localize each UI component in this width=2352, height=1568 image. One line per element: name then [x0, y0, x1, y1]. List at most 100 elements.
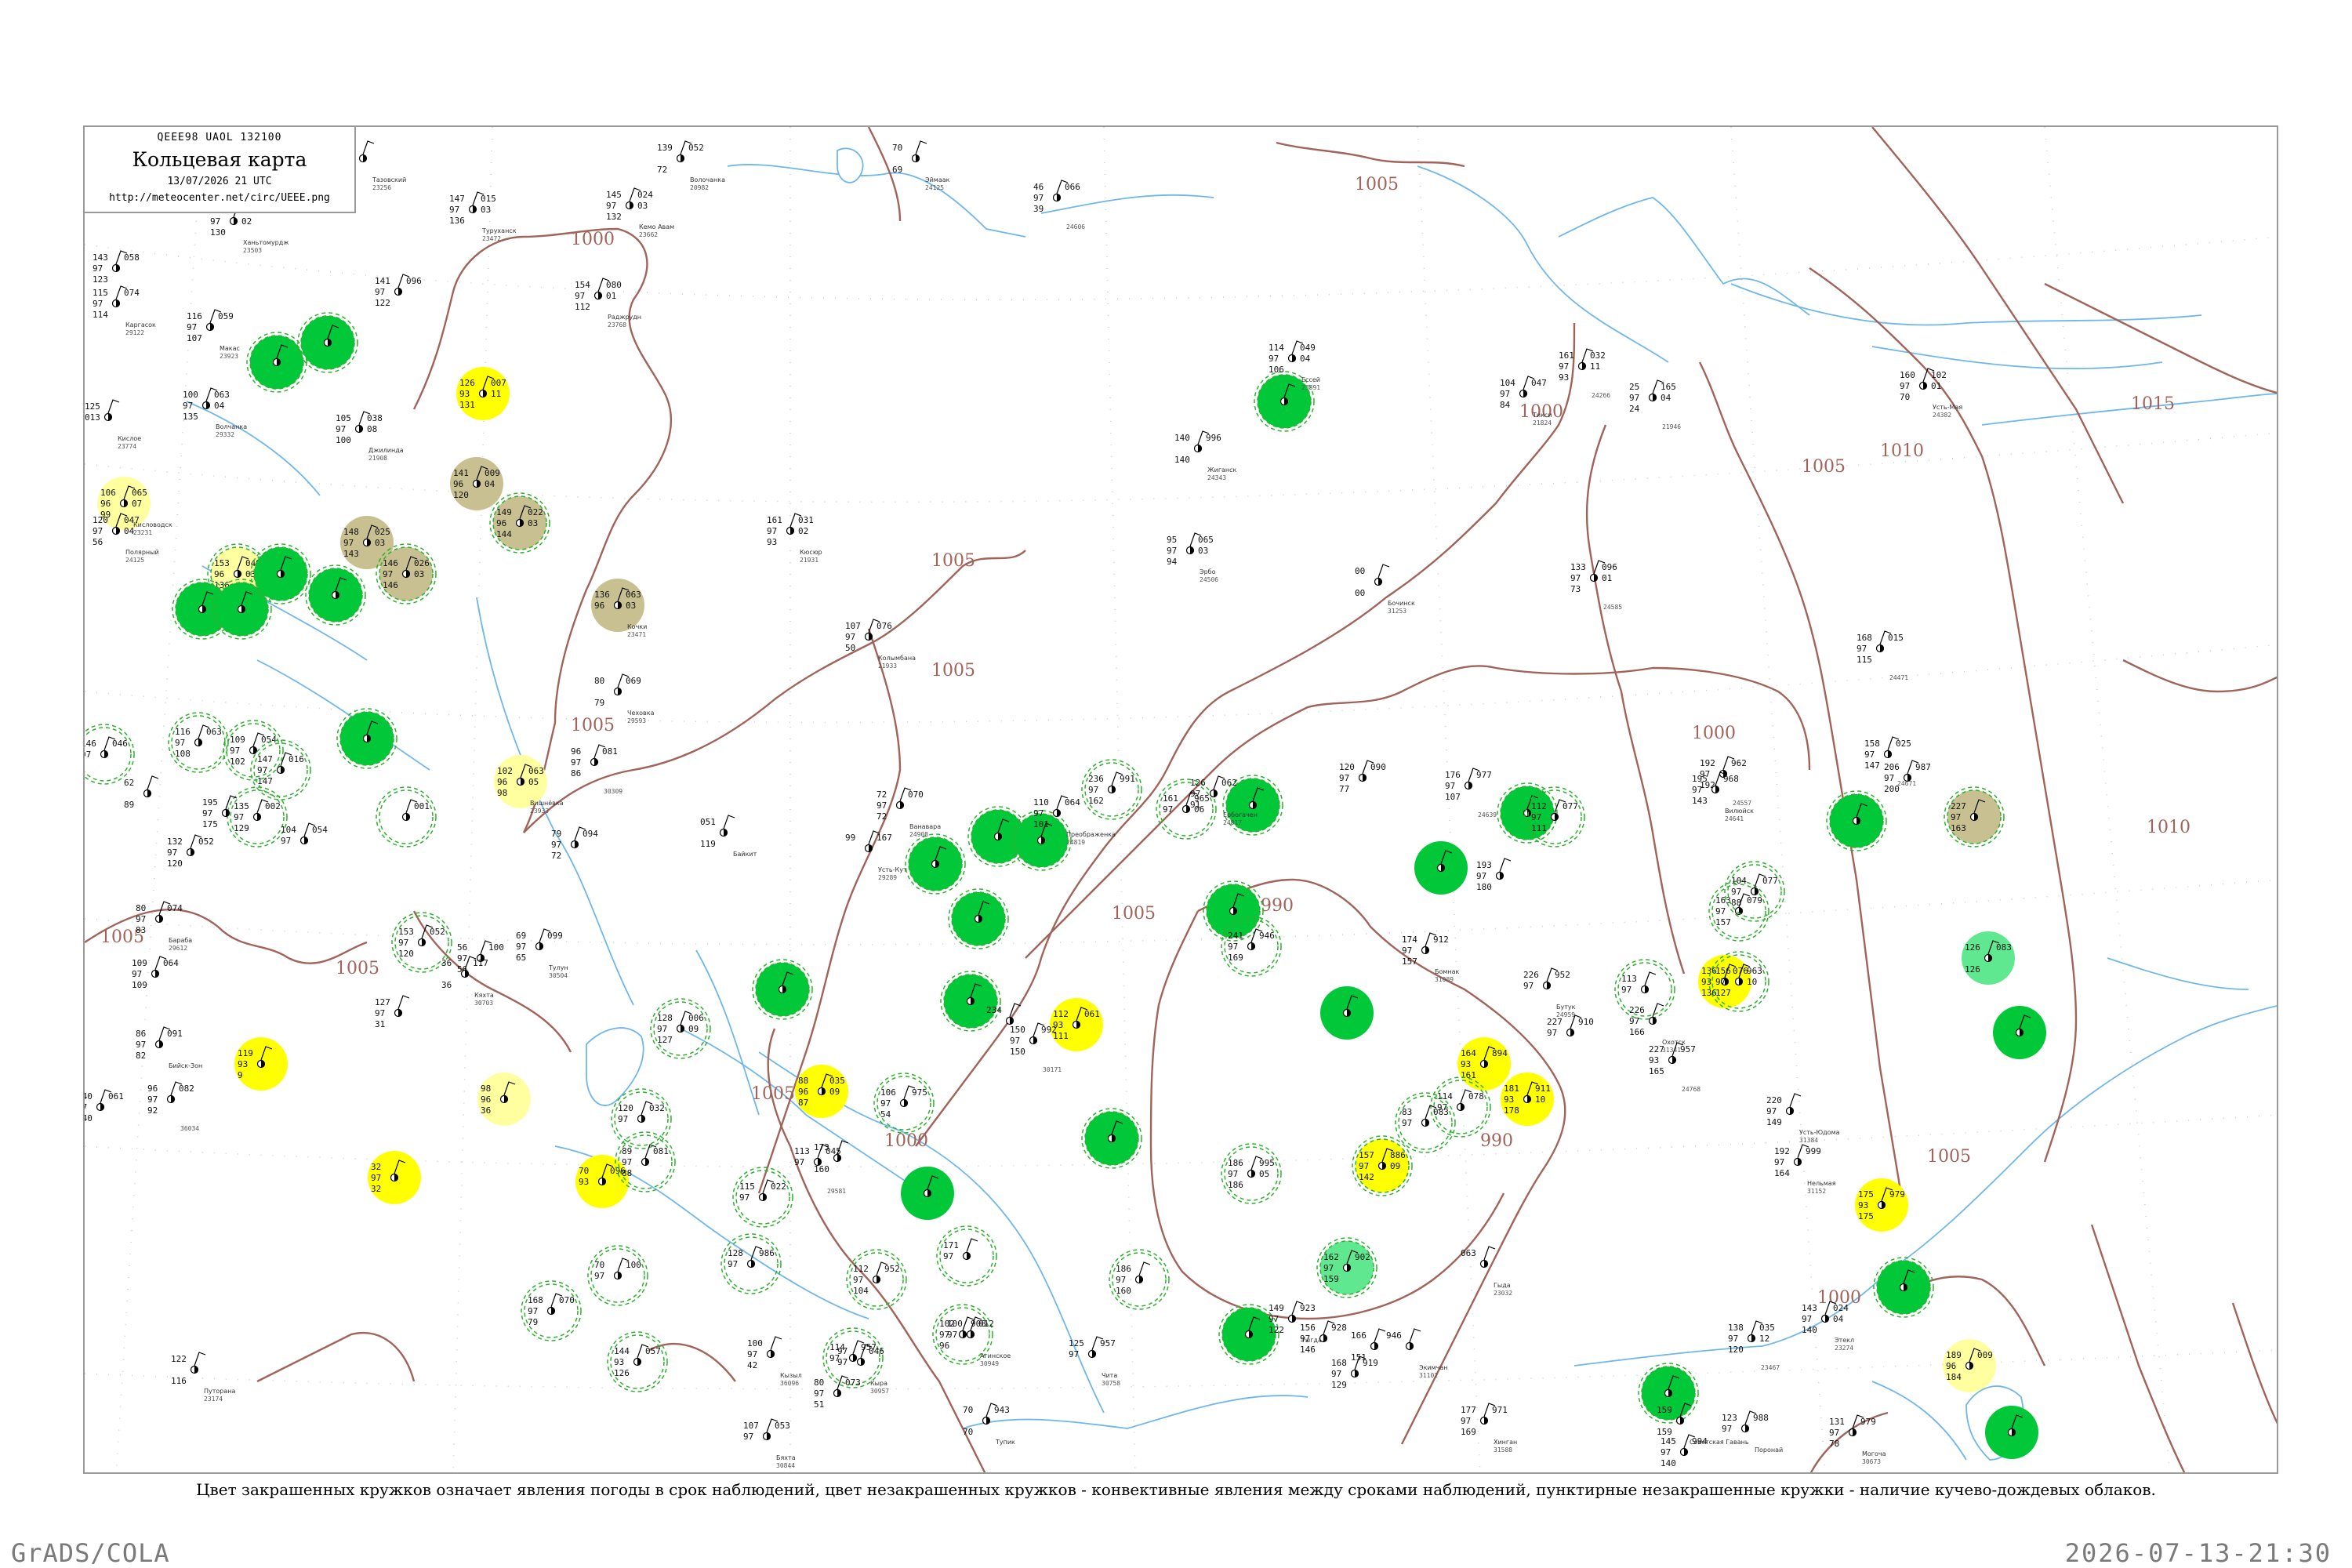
station-plot[interactable]: 102 063 96 05 98 Вишнёвка23933: [494, 755, 564, 815]
station-plot[interactable]: 128 006 97 09 127: [650, 998, 711, 1059]
station-plot[interactable]: 236 991 97162: [1081, 759, 1142, 820]
station-plot[interactable]: 119939: [234, 1037, 288, 1091]
station-plot[interactable]: [1993, 1006, 2046, 1059]
station-plot[interactable]: [1414, 841, 1468, 895]
station-plot[interactable]: 22097149 Усть-Юдома31384: [1766, 1093, 1840, 1144]
station-plot[interactable]: 139 052 72 Волочанка20982: [657, 140, 725, 191]
station-plot[interactable]: 106 06596 0799Кисловодск23231: [97, 477, 172, 536]
station-plot[interactable]: [336, 708, 397, 769]
station-plot[interactable]: [305, 564, 366, 626]
station-plot[interactable]: 80 073 9751: [814, 1375, 861, 1410]
station-plot[interactable]: [905, 833, 966, 895]
station-plot[interactable]: 329732: [368, 1151, 421, 1204]
station-plot[interactable]: 164 89493161: [1457, 1037, 1511, 1091]
station-plot[interactable]: [752, 959, 813, 1020]
station-plot[interactable]: 70 100 97: [587, 1245, 648, 1306]
station-plot[interactable]: 136 063 96 03 Кочки23471: [591, 579, 647, 638]
station-plot[interactable]: 126 083 126: [1962, 931, 2015, 985]
station-plot[interactable]: 123 988 97 Поронай: [1722, 1410, 1783, 1454]
station-plot[interactable]: 063 Гыда23032: [1461, 1246, 1512, 1297]
station-plot[interactable]: 177 971 97169 Хинган31588: [1461, 1403, 1517, 1454]
station-plot[interactable]: [901, 1167, 954, 1220]
station-plot[interactable]: 70 943 70 Тупик: [963, 1403, 1015, 1446]
station-plot[interactable]: 147 015 97 03 136 Туруханск23472: [449, 191, 517, 242]
station-plot[interactable]: 1009742 Кызыл36096: [747, 1336, 802, 1387]
station-plot[interactable]: 144 057 93126: [607, 1331, 668, 1392]
station-plot[interactable]: 206 987 97200: [1884, 760, 1931, 794]
station-plot[interactable]: 18697160: [1109, 1249, 1170, 1310]
station-plot[interactable]: [1985, 1406, 2038, 1459]
station-plot[interactable]: 69 099 9765 Тулун30504: [516, 928, 568, 979]
station-plot[interactable]: 99 167 Усть-Кут29289: [845, 830, 907, 881]
station-plot[interactable]: 131 979 9778 Могоча30673: [1829, 1414, 1886, 1465]
station-plot[interactable]: 140 061 97140: [85, 1089, 124, 1123]
station-plot[interactable]: [1873, 1257, 1934, 1318]
station-plot[interactable]: 140 996 140 Жиганск24343: [1174, 430, 1237, 481]
station-plot[interactable]: 126 007 93 11 131: [456, 367, 510, 420]
station-plot[interactable]: 1279731: [375, 995, 410, 1029]
station-plot[interactable]: 72 070 9772 Ванавара24908: [877, 787, 941, 838]
station-plot[interactable]: 161 031 97 02 93 Кюсюр21931: [767, 513, 822, 564]
station-plot[interactable]: 109 064 97109: [132, 956, 179, 990]
station-plot[interactable]: [1826, 790, 1887, 851]
station-plot[interactable]: 135 00297129: [227, 786, 288, 848]
station-plot[interactable]: [1497, 782, 1558, 844]
station-plot[interactable]: 161 032 97 11 93 24266: [1559, 348, 1610, 399]
station-plot[interactable]: 46 066 9739 24606: [1033, 180, 1085, 230]
station-plot[interactable]: 96 081 9786 30309: [571, 744, 622, 795]
station-plot[interactable]: 107 076 9750 Колымбана21933: [845, 619, 916, 670]
station-plot[interactable]: 181 911 93 10 178: [1501, 1073, 1554, 1126]
station-plot[interactable]: [940, 971, 1001, 1032]
station-plot[interactable]: 105 038 97 08 100 Джилинда21908: [336, 411, 404, 462]
station-plot[interactable]: 132 052 97120: [167, 834, 214, 869]
station-plot[interactable]: 227 957 93165 24768: [1649, 1042, 1700, 1093]
station-plot[interactable]: 22797163: [1944, 786, 2005, 848]
station-plot[interactable]: 143 024 97 04 140 Этекл23274: [1802, 1301, 1854, 1352]
station-plot[interactable]: 116 059 97107 Макас23923: [187, 309, 240, 360]
station-plot[interactable]: 168 015 97115 24471: [1857, 630, 1908, 681]
station-plot[interactable]: 001: [376, 786, 437, 848]
station-plot[interactable]: 143 058 97123: [93, 250, 140, 285]
station-plot[interactable]: [1081, 1108, 1142, 1169]
station-plot[interactable]: 70 09693: [575, 1155, 629, 1208]
station-plot[interactable]: 100 063 97 04 135 Волчанка29332: [183, 387, 247, 438]
station-plot[interactable]: 989636: [477, 1073, 531, 1126]
station-plot[interactable]: 112 952 97104: [846, 1249, 907, 1310]
station-plot[interactable]: 189 009 96184: [1943, 1339, 1996, 1392]
station-plot[interactable]: 146 026 97 03 146: [376, 543, 437, 604]
station-plot[interactable]: 62 89: [124, 775, 159, 810]
station-plot[interactable]: 107 053 97 Бяхта30844: [743, 1418, 796, 1469]
station-plot[interactable]: 145 024 97 03 132 Кемо Авам23662: [606, 187, 674, 238]
station-plot[interactable]: 11397: [1614, 959, 1675, 1020]
station-plot[interactable]: 95 065 97 03 94 Эрбо24506: [1167, 532, 1218, 583]
station-plot[interactable]: 86 091 9782 Бийск-Зон: [136, 1026, 202, 1069]
station-plot[interactable]: 120 032 97: [611, 1088, 672, 1149]
station-plot[interactable]: 36 117 36 Кяхта30703: [441, 956, 494, 1007]
station-plot[interactable]: 157 886 97 09 142: [1352, 1135, 1413, 1196]
station-plot[interactable]: 234: [986, 1003, 1022, 1025]
station-plot[interactable]: 19397180: [1476, 858, 1512, 892]
station-plot[interactable]: 00 00 Бочинск31253: [1355, 564, 1415, 615]
station-plot[interactable]: 174 912 97157 Бомнак31089: [1402, 932, 1460, 983]
station-plot[interactable]: 226 95297Бутук24959: [1523, 967, 1576, 1018]
station-plot[interactable]: 128 986 97: [720, 1233, 782, 1294]
station-plot[interactable]: 150 992 97150 30171: [1010, 1022, 1062, 1073]
map-url[interactable]: http://meteocenter.net/circ/UEEE.png: [85, 192, 354, 204]
station-plot[interactable]: 195 968 97143 Вилюйск24641: [1692, 771, 1754, 822]
station-plot[interactable]: 125 957 97 Чита30758: [1069, 1336, 1120, 1387]
station-plot[interactable]: [1320, 986, 1374, 1040]
station-plot[interactable]: 156 928 97146: [1300, 1320, 1347, 1355]
station-plot[interactable]: 120 090 9777: [1339, 760, 1386, 794]
station-plot[interactable]: 186 995 97 05 186: [1221, 1143, 1282, 1204]
station-plot[interactable]: 141 096 97122: [375, 274, 422, 308]
station-plot[interactable]: 175 979 93175: [1855, 1178, 1908, 1232]
station-plot[interactable]: 104 077 9788: [1724, 861, 1785, 922]
station-plot[interactable]: 112 06193111: [1050, 998, 1103, 1051]
station-plot[interactable]: 79 094 9772: [551, 826, 598, 861]
station-plot[interactable]: 161 96597 06: [1156, 779, 1217, 840]
station-plot[interactable]: 160 102 97 01 70 Усть-Мая24382: [1900, 368, 1962, 419]
station-plot[interactable]: 70 69 Эймаак24125: [892, 140, 950, 191]
station-plot[interactable]: 115 022 97: [732, 1167, 793, 1228]
station-plot[interactable]: 17197: [936, 1225, 997, 1287]
station-plot[interactable]: 109 05497102: [223, 720, 284, 781]
